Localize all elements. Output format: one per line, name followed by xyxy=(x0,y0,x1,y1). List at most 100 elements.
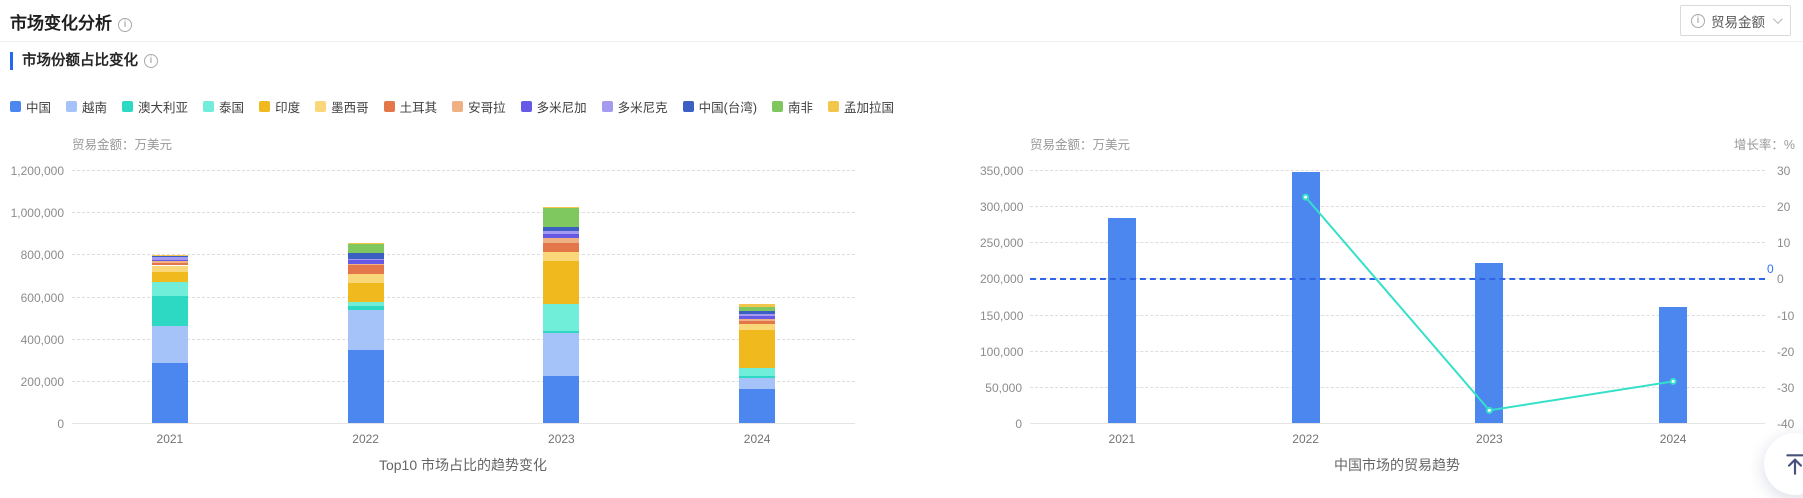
metric-selector-dropdown[interactable]: i 贸易金额 xyxy=(1680,5,1791,36)
x-axis-tick-label: 2023 xyxy=(548,432,575,446)
stacked-bar-segment[interactable] xyxy=(739,315,776,319)
stacked-bar-segment[interactable] xyxy=(543,207,580,228)
stacked-bar-segment[interactable] xyxy=(739,303,776,307)
legend-item-3[interactable]: 澳大利亚 xyxy=(122,97,188,116)
stacked-bar-segment[interactable] xyxy=(739,318,776,321)
legend-item-5[interactable]: 印度 xyxy=(259,97,300,116)
stacked-bar-segment[interactable] xyxy=(543,332,580,377)
right-y-axis-tick-label: 0 xyxy=(1777,272,1784,287)
legend-item-label: 安哥拉 xyxy=(468,101,506,115)
x-axis-tick-label: 2024 xyxy=(743,432,771,446)
trade-amount-bar[interactable] xyxy=(1291,172,1320,423)
legend-swatch xyxy=(828,101,839,112)
stacked-bar-segment[interactable] xyxy=(739,306,776,312)
stacked-bar-segment[interactable] xyxy=(151,296,188,326)
legend-item-13[interactable]: 孟加拉国 xyxy=(828,97,894,116)
legend-item-label: 墨西哥 xyxy=(331,101,369,115)
y-axis-tick-label: 0 xyxy=(57,417,64,431)
legend-item-12[interactable]: 南非 xyxy=(771,97,813,116)
stacked-bar-segment[interactable] xyxy=(151,325,188,364)
stacked-bar-segment[interactable] xyxy=(543,238,580,243)
stacked-bar-segment[interactable] xyxy=(739,329,776,368)
info-icon: i xyxy=(1691,13,1705,28)
stacked-bar-segment[interactable] xyxy=(543,227,580,231)
stacked-bar-segment[interactable] xyxy=(347,309,384,350)
legend-swatch xyxy=(771,101,783,112)
page-title-text: 市场变化分析 xyxy=(10,14,112,33)
legend-item-2[interactable]: 越南 xyxy=(66,97,107,116)
stacked-bar-segment[interactable] xyxy=(347,273,384,283)
stacked-bar-segment[interactable] xyxy=(151,363,188,423)
stacked-bar-segment[interactable] xyxy=(347,260,384,265)
legend-item-label: 澳大利亚 xyxy=(138,101,189,115)
stacked-bar-segment[interactable] xyxy=(151,281,188,297)
stacked-bar-segment[interactable] xyxy=(543,206,580,208)
trade-amount-bar[interactable] xyxy=(1659,307,1688,423)
stacked-bar-segment[interactable] xyxy=(151,256,188,258)
stacked-bar-segment[interactable] xyxy=(347,305,384,310)
stacked-bar-segment[interactable] xyxy=(543,242,580,252)
stacked-bar-segment[interactable] xyxy=(543,234,580,239)
stacked-bar-segment[interactable] xyxy=(347,265,384,274)
stacked-bar-segment[interactable] xyxy=(739,320,776,324)
page-title: 市场变化分析 i xyxy=(10,9,132,34)
stacked-bar-segment[interactable] xyxy=(347,283,384,302)
legend-item-4[interactable]: 泰国 xyxy=(203,97,244,116)
stacked-bar-segment[interactable] xyxy=(151,259,188,262)
legend-item-7[interactable]: 土耳其 xyxy=(383,97,437,116)
stacked-bar-segment[interactable] xyxy=(543,261,580,304)
stacked-bar-segment[interactable] xyxy=(151,265,188,272)
stacked-bar-segment[interactable] xyxy=(543,303,580,331)
right-y-axis-tick-label: -10 xyxy=(1777,308,1795,323)
legend-item-6[interactable]: 墨西哥 xyxy=(315,97,369,116)
x-axis-tick-label: 2023 xyxy=(1476,432,1503,446)
stacked-bar-segment[interactable] xyxy=(347,242,384,244)
stacked-bar-segment[interactable] xyxy=(543,230,580,235)
stacked-bar-segment[interactable] xyxy=(347,243,384,253)
gridline xyxy=(72,338,855,340)
stacked-bar-segment[interactable] xyxy=(739,367,776,376)
legend-swatch xyxy=(452,101,464,112)
stacked-bar-segment[interactable] xyxy=(151,271,188,282)
legend-swatch xyxy=(203,101,215,112)
stacked-bar-segment[interactable] xyxy=(739,375,776,378)
legend-item-9[interactable]: 多米尼加 xyxy=(520,97,587,116)
stacked-bar-segment[interactable] xyxy=(739,389,776,423)
right-y-axis-tick-label: 20 xyxy=(1777,200,1791,215)
left-y-axis-tick-label: 0 xyxy=(1015,417,1022,431)
trade-amount-bar[interactable] xyxy=(1107,218,1136,423)
right-y-axis-tick-label: -20 xyxy=(1777,344,1795,359)
stacked-bar-segment[interactable] xyxy=(543,330,580,333)
stacked-bar-segment[interactable] xyxy=(347,252,384,259)
legend-swatch xyxy=(682,101,694,112)
stacked-bar-segment[interactable] xyxy=(151,254,188,256)
chart-title: 中国市场的贸易趋势 xyxy=(1334,457,1460,473)
stacked-bar-segment[interactable] xyxy=(347,258,384,261)
right-y-axis-tick-label: 10 xyxy=(1777,236,1791,251)
stacked-bar-segment[interactable] xyxy=(151,261,188,263)
stacked-bar-segment[interactable] xyxy=(739,377,776,390)
legend-item-11[interactable]: 中国(台湾) xyxy=(682,97,757,116)
stacked-bar-segment[interactable] xyxy=(543,376,580,423)
stacked-bar-segment[interactable] xyxy=(151,257,188,260)
legend-item-8[interactable]: 安哥拉 xyxy=(452,97,506,116)
stacked-bar-segment[interactable] xyxy=(151,255,188,257)
section-title: 市场份额占比变化 i xyxy=(10,52,158,70)
legend-item-10[interactable]: 多米尼克 xyxy=(601,97,668,116)
stacked-bar-segment[interactable] xyxy=(347,301,384,306)
stacked-bar-segment[interactable] xyxy=(739,313,776,316)
metric-selector-label: 贸易金额 xyxy=(1711,14,1765,30)
stacked-bar-segment[interactable] xyxy=(151,262,188,266)
stacked-bar-segment[interactable] xyxy=(739,323,776,330)
stacked-bar-segment[interactable] xyxy=(739,311,776,314)
legend-swatch xyxy=(66,101,78,112)
info-icon[interactable]: i xyxy=(118,18,132,32)
stacked-bar-segment[interactable] xyxy=(347,349,384,423)
stacked-bar-segment[interactable] xyxy=(347,264,384,266)
arrow-up-to-top-icon xyxy=(1786,454,1803,475)
stacked-bar-segment[interactable] xyxy=(543,251,580,262)
left-y-axis-tick-label: 50,000 xyxy=(985,380,1022,395)
legend-item-1[interactable]: 中国 xyxy=(10,97,51,116)
trade-amount-bar[interactable] xyxy=(1475,262,1504,423)
info-icon[interactable]: i xyxy=(144,54,158,68)
